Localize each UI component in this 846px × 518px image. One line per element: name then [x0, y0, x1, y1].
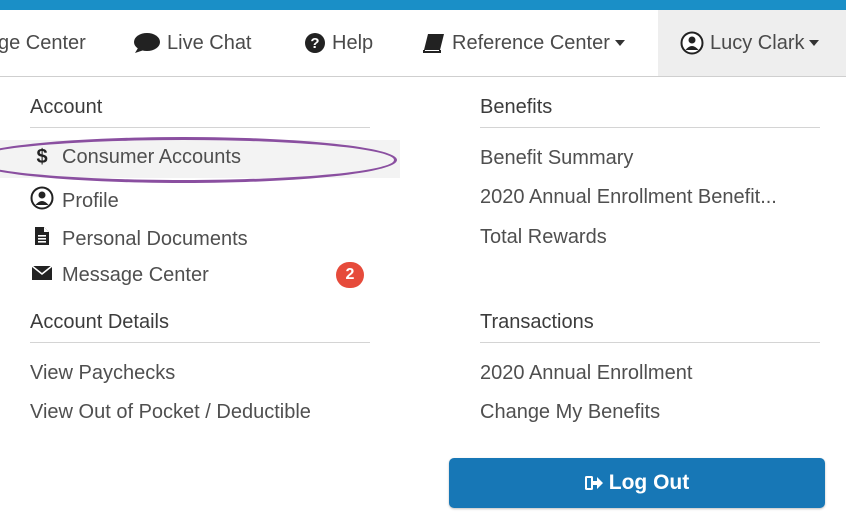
nav-reference-center-label: Reference Center: [452, 32, 610, 54]
menu-item-personal-documents[interactable]: Personal Documents: [30, 226, 248, 252]
top-navbar: ge Center Live Chat ? Help Reference Cen…: [0, 10, 846, 77]
user-circle-icon: [30, 186, 54, 216]
top-accent-bar: [0, 0, 846, 10]
menu-item-label: Change My Benefits: [480, 401, 661, 423]
menu-item-label: Personal Documents: [62, 227, 248, 250]
menu-item-label: View Out of Pocket / Deductible: [30, 401, 311, 423]
question-circle-icon: ?: [305, 33, 325, 53]
benefits-divider: [480, 127, 820, 128]
document-icon: [30, 226, 54, 252]
menu-item-benefit-summary[interactable]: Benefit Summary: [480, 147, 633, 170]
menu-item-label: Message Center: [62, 264, 209, 286]
menu-item-profile[interactable]: Profile: [30, 186, 119, 216]
chat-bubble-icon: [134, 33, 160, 53]
transactions-heading: Transactions: [480, 311, 594, 333]
nav-user-menu[interactable]: Lucy Clark: [658, 10, 846, 76]
account-details-heading: Account Details: [30, 311, 169, 333]
logout-label: Log Out: [608, 471, 690, 494]
nav-reference-center[interactable]: Reference Center: [422, 10, 625, 76]
menu-item-message-center[interactable]: Message Center: [30, 264, 209, 287]
nav-user-name: Lucy Clark: [710, 32, 805, 54]
menu-item-label: 2020 Annual Enrollment: [480, 362, 693, 384]
account-divider: [30, 127, 370, 128]
user-circle-icon: [680, 31, 704, 55]
chevron-down-icon: [809, 40, 820, 46]
account-details-divider: [30, 342, 370, 343]
message-count-badge: 2: [336, 262, 364, 288]
menu-item-change-my-benefits[interactable]: Change My Benefits: [480, 401, 660, 424]
logout-button[interactable]: Log Out: [449, 458, 825, 508]
dollar-icon: $: [36, 146, 48, 168]
nav-help-label: Help: [332, 32, 374, 54]
nav-live-chat[interactable]: Live Chat: [133, 10, 252, 76]
menu-item-total-rewards[interactable]: Total Rewards: [480, 226, 607, 249]
book-icon: [423, 34, 444, 53]
sign-out-icon: [584, 476, 603, 490]
transactions-divider: [480, 342, 820, 343]
nav-message-center[interactable]: ge Center: [0, 10, 86, 76]
nav-help[interactable]: ? Help: [304, 10, 373, 76]
menu-item-consumer-accounts[interactable]: $ Consumer Accounts: [30, 146, 241, 169]
menu-item-annual-enrollment-benefits[interactable]: 2020 Annual Enrollment Benefit...: [480, 186, 777, 209]
menu-item-label: View Paychecks: [30, 362, 176, 384]
account-heading: Account: [30, 96, 103, 118]
menu-item-label: Consumer Accounts: [62, 146, 241, 168]
menu-item-view-paychecks[interactable]: View Paychecks: [30, 362, 175, 385]
envelope-icon: [30, 264, 54, 287]
menu-item-label: Total Rewards: [480, 226, 607, 248]
nav-live-chat-label: Live Chat: [167, 32, 252, 54]
svg-text:?: ?: [310, 35, 319, 52]
nav-message-center-label: ge Center: [0, 32, 86, 54]
menu-item-label: Profile: [62, 189, 119, 212]
chevron-down-icon: [614, 40, 625, 46]
menu-item-label: Benefit Summary: [480, 147, 634, 169]
menu-item-annual-enrollment[interactable]: 2020 Annual Enrollment: [480, 362, 692, 385]
menu-item-label: 2020 Annual Enrollment Benefit...: [480, 186, 777, 208]
benefits-heading: Benefits: [480, 96, 553, 118]
menu-item-view-out-of-pocket[interactable]: View Out of Pocket / Deductible: [30, 401, 311, 424]
